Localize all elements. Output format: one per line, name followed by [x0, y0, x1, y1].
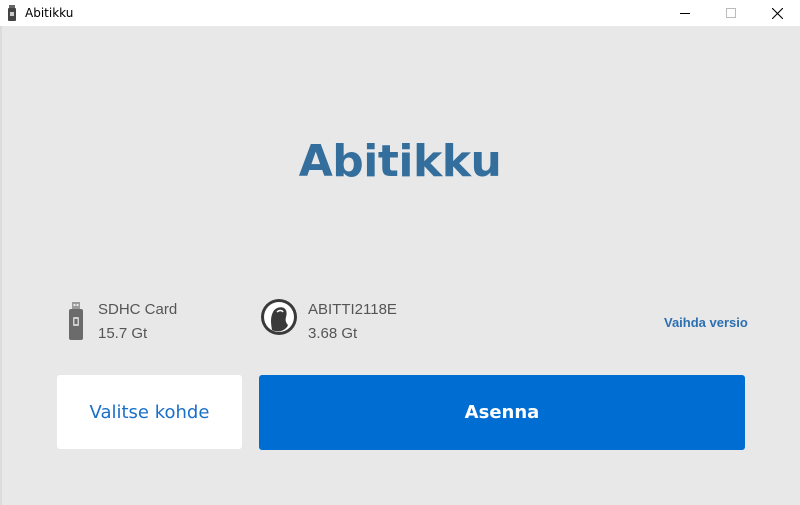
- app-icon: [7, 5, 17, 21]
- install-button[interactable]: Asenna: [259, 375, 745, 450]
- os-image-name: ABITTI2118E: [308, 301, 397, 318]
- window-border: [0, 26, 2, 505]
- title-bar: Abitikku: [0, 0, 800, 26]
- usb-drive-icon: [67, 302, 85, 340]
- window-title: Abitikku: [25, 6, 74, 20]
- app-heading: Abitikku: [298, 136, 502, 187]
- maximize-icon: [726, 8, 736, 18]
- maximize-button[interactable]: [708, 0, 754, 26]
- minimize-button[interactable]: [662, 0, 708, 26]
- close-button[interactable]: [754, 0, 800, 26]
- close-icon: [771, 7, 783, 19]
- minimize-icon: [680, 13, 690, 14]
- select-target-button[interactable]: Valitse kohde: [57, 375, 242, 449]
- target-drive-size: 15.7 Gt: [98, 325, 148, 342]
- os-image-size: 3.68 Gt: [308, 325, 358, 342]
- change-version-link[interactable]: Vaihda versio: [664, 315, 748, 330]
- target-drive-name: SDHC Card: [98, 301, 178, 318]
- abitti-logo-icon: [260, 298, 298, 336]
